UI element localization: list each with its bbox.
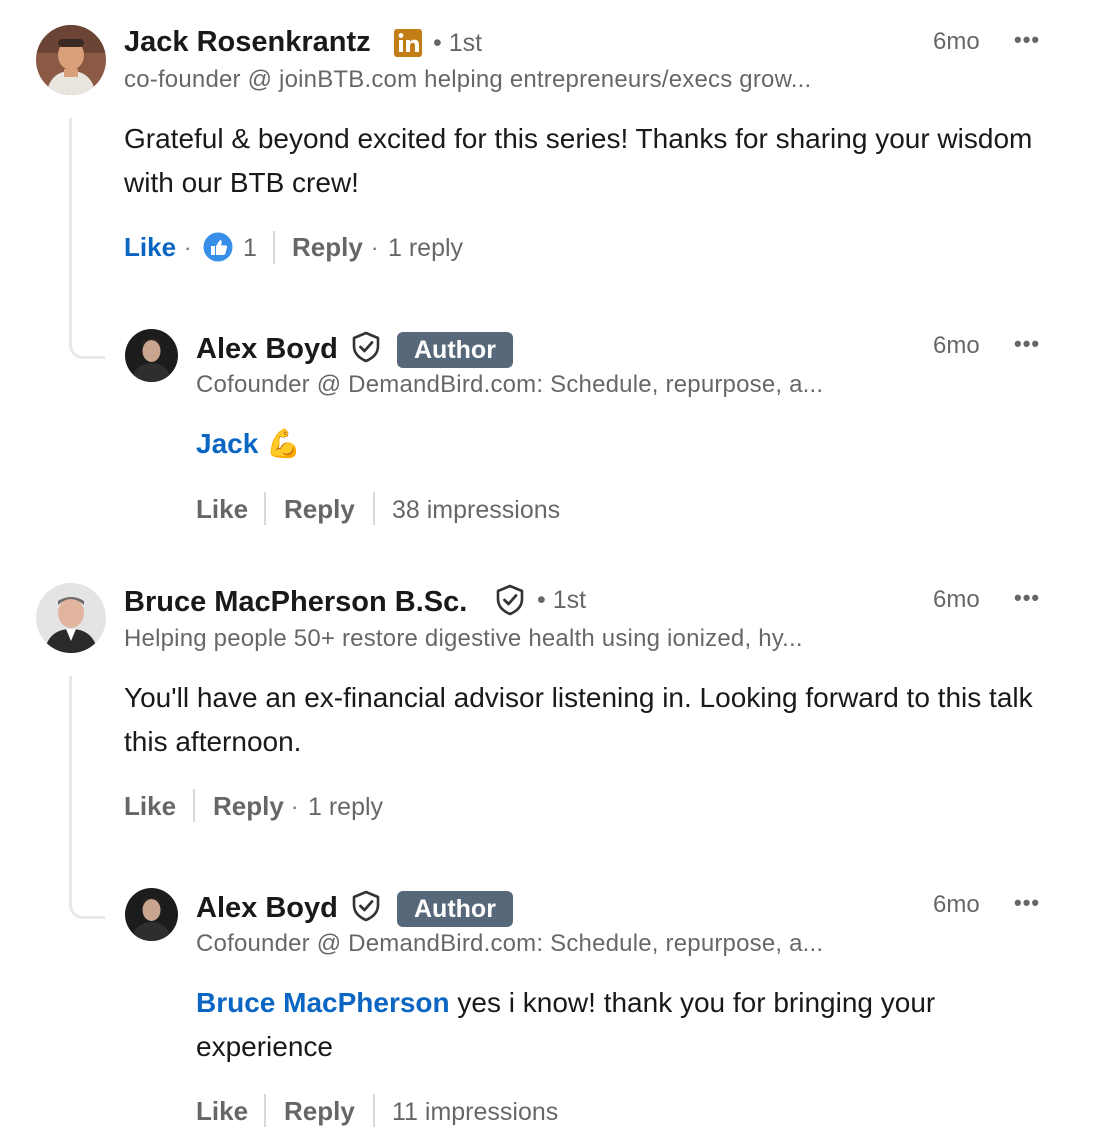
verified-shield-icon [351, 890, 381, 922]
verified-shield-icon [495, 584, 525, 616]
comment-timestamp: 6mo [933, 332, 980, 359]
action-divider [273, 231, 275, 264]
author-headline: Cofounder @ DemandBird.com: Schedule, re… [196, 371, 824, 398]
avatar[interactable] [125, 888, 178, 941]
comment-author-name[interactable]: Alex Boyd [196, 892, 338, 925]
thread-connector [69, 676, 105, 919]
impressions-count[interactable]: 38 impressions [392, 496, 560, 525]
more-options-icon[interactable]: ••• [1014, 585, 1040, 611]
author-headline: Cofounder @ DemandBird.com: Schedule, re… [196, 930, 824, 957]
like-button[interactable]: Like [196, 494, 248, 525]
separator-dot: · [291, 794, 299, 819]
author-badge: Author [397, 891, 513, 927]
reply-text: Jack 💪 [196, 422, 301, 466]
author-badge: Author [397, 332, 513, 368]
avatar[interactable] [36, 583, 106, 653]
reply-button[interactable]: Reply [284, 1096, 355, 1127]
reply-button[interactable]: Reply [213, 791, 284, 822]
reaction-count[interactable]: 1 [243, 234, 257, 263]
impressions-count[interactable]: 11 impressions [392, 1098, 558, 1127]
reply-button[interactable]: Reply [292, 232, 363, 263]
comment-text: Grateful & beyond excited for this serie… [124, 123, 1033, 198]
like-button[interactable]: Like [196, 1096, 248, 1127]
separator-dot: · [371, 235, 379, 260]
reply-text: Bruce MacPherson yes i know! thank you f… [196, 981, 1056, 1069]
avatar[interactable] [125, 329, 178, 382]
mention-link[interactable]: Jack [196, 428, 258, 459]
reply-count-link[interactable]: 1 reply [388, 234, 463, 263]
comment-timestamp: 6mo [933, 28, 980, 55]
author-headline: Helping people 50+ restore digestive hea… [124, 625, 803, 652]
action-divider [264, 492, 266, 525]
like-button[interactable]: Like [124, 791, 176, 822]
mention-link[interactable]: Bruce MacPherson [196, 987, 450, 1018]
comment-author-name[interactable]: Jack Rosenkrantz [124, 26, 371, 59]
action-divider [264, 1094, 266, 1127]
comment-author-name[interactable]: Bruce MacPherson B.Sc. [124, 586, 467, 619]
connection-degree: • 1st [433, 29, 483, 57]
author-headline: co-founder @ joinBTB.com helping entrepr… [124, 66, 812, 93]
like-button[interactable]: Like [124, 232, 176, 263]
comment-timestamp: 6mo [933, 586, 980, 613]
flexed-biceps-emoji: 💪 [266, 428, 301, 459]
thread-connector [69, 118, 105, 359]
action-divider [373, 1094, 375, 1127]
more-options-icon[interactable]: ••• [1014, 27, 1040, 53]
action-divider [193, 789, 195, 822]
more-options-icon[interactable]: ••• [1014, 890, 1040, 916]
reply-button[interactable]: Reply [284, 494, 355, 525]
avatar[interactable] [36, 25, 106, 95]
comment-timestamp: 6mo [933, 891, 980, 918]
reply-count-link[interactable]: 1 reply [308, 793, 383, 822]
separator-dot: · [184, 235, 192, 260]
comment-author-name[interactable]: Alex Boyd [196, 333, 338, 366]
connection-degree: • 1st [537, 586, 587, 614]
action-divider [373, 492, 375, 525]
like-reaction-icon[interactable] [202, 231, 234, 263]
more-options-icon[interactable]: ••• [1014, 331, 1040, 357]
comment-text: You'll have an ex-financial advisor list… [124, 682, 1033, 757]
linkedin-premium-icon [393, 28, 423, 58]
verified-shield-icon [351, 331, 381, 363]
